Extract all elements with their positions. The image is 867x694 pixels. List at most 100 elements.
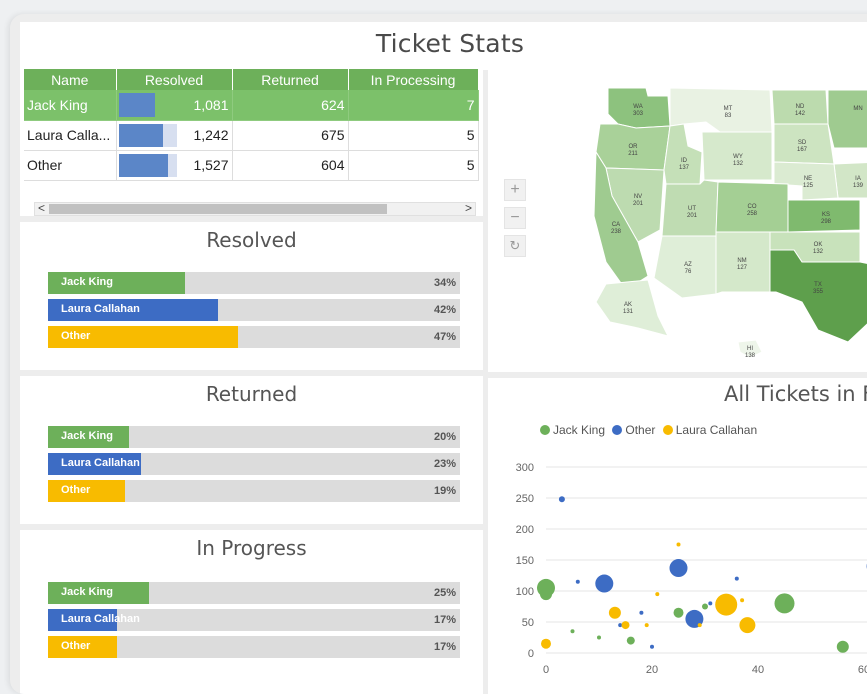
bar-fill (119, 93, 155, 117)
column-header-resolved[interactable]: Resolved (116, 69, 232, 90)
bar-other[interactable]: Other19% (48, 480, 460, 502)
scatter-point[interactable] (622, 621, 630, 629)
scatter-point[interactable] (677, 543, 681, 547)
cell-returned[interactable]: 624 (232, 90, 348, 120)
bar-label: Laura Callahan (61, 613, 140, 625)
scatter-point[interactable] (650, 645, 654, 649)
y-tick-label: 100 (516, 586, 534, 598)
cell-resolved[interactable]: 1,242 (116, 120, 232, 150)
grid-panel: Name Resolved Returned In Processing Jac… (20, 66, 483, 216)
bar-other[interactable]: Other17% (48, 636, 460, 658)
scatter-point[interactable] (702, 604, 708, 610)
bar-percent: 25% (434, 587, 456, 599)
state-mn[interactable] (828, 90, 867, 148)
state-value-label: 201 (633, 201, 644, 207)
bar-jack-king[interactable]: Jack King20% (48, 426, 460, 448)
bar-other[interactable]: Other47% (48, 326, 460, 348)
scatter-point[interactable] (627, 637, 635, 645)
state-ia[interactable] (834, 162, 867, 198)
scatter-panel: All Tickets in F Jack King Other Laura C… (488, 378, 867, 694)
y-tick-label: 250 (516, 493, 534, 505)
table-row[interactable]: Laura Calla...1,2426755 (24, 120, 478, 150)
bar-label: Laura Callahan (61, 457, 140, 469)
bar-laura-callahan[interactable]: Laura Callahan17% (48, 609, 460, 631)
scatter-point[interactable] (571, 629, 575, 633)
bar-percent: 23% (434, 458, 456, 470)
bar-laura-callahan[interactable]: Laura Callahan 23% (48, 453, 460, 475)
cell-name[interactable]: Laura Calla... (24, 120, 116, 150)
scatter-point[interactable] (540, 588, 552, 600)
table-row[interactable]: Other1,5276045 (24, 150, 478, 180)
cell-returned[interactable]: 604 (232, 150, 348, 180)
bar-jack-king[interactable]: Jack King34% (48, 272, 460, 294)
cell-name[interactable]: Other (24, 150, 116, 180)
us-map[interactable]: WA303MT83ND142MNOR211ID137WY132SD167IA13… (488, 66, 867, 372)
resolved-title: Resolved (20, 228, 483, 252)
scatter-point[interactable] (735, 577, 739, 581)
scatter-point[interactable] (670, 559, 688, 577)
y-tick-label: 50 (522, 617, 534, 629)
scatter-point[interactable] (837, 641, 849, 653)
state-value-label: 132 (733, 161, 744, 167)
state-id[interactable] (664, 124, 702, 184)
cell-in-processing[interactable]: 5 (348, 120, 478, 150)
state-abbr-label: NE (804, 176, 812, 182)
state-abbr-label: CA (612, 222, 620, 228)
scroll-right-icon[interactable]: > (465, 201, 472, 215)
bar-laura-callahan[interactable]: Laura Callahan42% (48, 299, 460, 321)
dashboard-frame: Ticket Stats Name Resolved Returned In P… (10, 14, 867, 694)
cell-returned[interactable]: 675 (232, 120, 348, 150)
x-tick-label: 60 (858, 664, 867, 676)
state-value-label: 131 (623, 309, 634, 315)
state-tx[interactable] (770, 250, 867, 342)
scrollbar-thumb[interactable] (49, 204, 387, 214)
bar-label: Jack King (61, 430, 113, 442)
scatter-point[interactable] (740, 598, 744, 602)
scatter-point[interactable] (708, 601, 712, 605)
scatter-point[interactable] (559, 496, 565, 502)
state-abbr-label: IA (855, 176, 861, 182)
scatter-point[interactable] (639, 611, 643, 615)
cell-name[interactable]: Jack King (24, 90, 116, 120)
bar-jack-king[interactable]: Jack King 25% (48, 582, 460, 604)
column-header-returned[interactable]: Returned (232, 69, 348, 90)
scatter-point[interactable] (715, 594, 737, 616)
scatter-point[interactable] (739, 617, 755, 633)
cell-in-processing[interactable]: 5 (348, 150, 478, 180)
scatter-point[interactable] (655, 592, 659, 596)
scatter-point[interactable] (775, 593, 795, 613)
scatter-point[interactable] (541, 639, 551, 649)
state-value-label: 76 (685, 269, 692, 275)
scatter-point[interactable] (674, 608, 684, 618)
column-header-name[interactable]: Name (24, 69, 116, 90)
scatter-point[interactable] (645, 623, 649, 627)
y-tick-label: 0 (528, 648, 534, 660)
cell-resolved[interactable]: 1,527 (116, 150, 232, 180)
scatter-point[interactable] (576, 580, 580, 584)
scatter-point[interactable] (597, 636, 601, 640)
bar-label: Jack King (61, 276, 113, 288)
cell-in-processing[interactable]: 7 (348, 90, 478, 120)
choropleth-map-panel: + − ↻ WA303MT83ND142MNOR211ID137WY132SD1… (488, 66, 867, 372)
horizontal-scrollbar[interactable]: < > (34, 202, 476, 216)
scatter-point[interactable] (595, 575, 613, 593)
title-bar: Ticket Stats (20, 22, 867, 70)
scatter-point[interactable] (609, 607, 621, 619)
bar-percent: 19% (434, 485, 456, 497)
state-ak[interactable] (596, 280, 668, 336)
state-abbr-label: AZ (684, 262, 692, 268)
state-mt[interactable] (670, 88, 772, 132)
ticket-grid: Name Resolved Returned In Processing Jac… (24, 69, 479, 181)
x-tick-label: 40 (752, 664, 764, 676)
cell-resolved[interactable]: 1,081 (116, 90, 232, 120)
state-abbr-label: UT (688, 206, 696, 212)
scroll-left-icon[interactable]: < (38, 201, 45, 215)
bar-fill (119, 124, 163, 147)
scatter-point[interactable] (698, 623, 702, 627)
grid-header-row: Name Resolved Returned In Processing (24, 69, 478, 90)
bar-percent: 17% (434, 641, 456, 653)
bar-label: Jack King (61, 586, 113, 598)
column-header-in-processing[interactable]: In Processing (348, 69, 478, 90)
table-row[interactable]: Jack King1,0816247 (24, 90, 478, 120)
state-abbr-label: NV (634, 194, 642, 200)
